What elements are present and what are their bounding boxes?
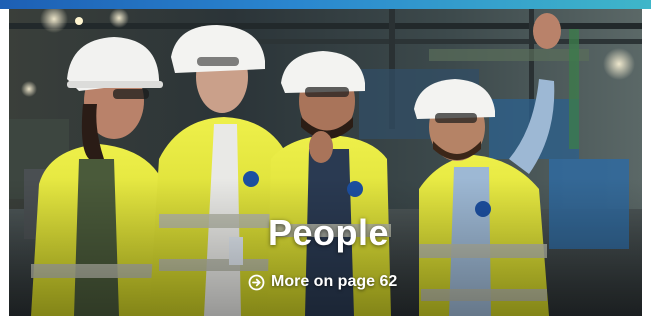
banner-title: People bbox=[268, 212, 390, 253]
more-on-page-link[interactable]: More on page 62 bbox=[248, 272, 397, 292]
more-on-page-label: More on page 62 bbox=[271, 273, 398, 290]
circle-arrow-right-icon bbox=[248, 274, 265, 291]
top-accent-bar bbox=[0, 0, 651, 9]
workers-photo bbox=[9, 9, 642, 316]
people-banner: People More on page 62 bbox=[0, 0, 651, 316]
